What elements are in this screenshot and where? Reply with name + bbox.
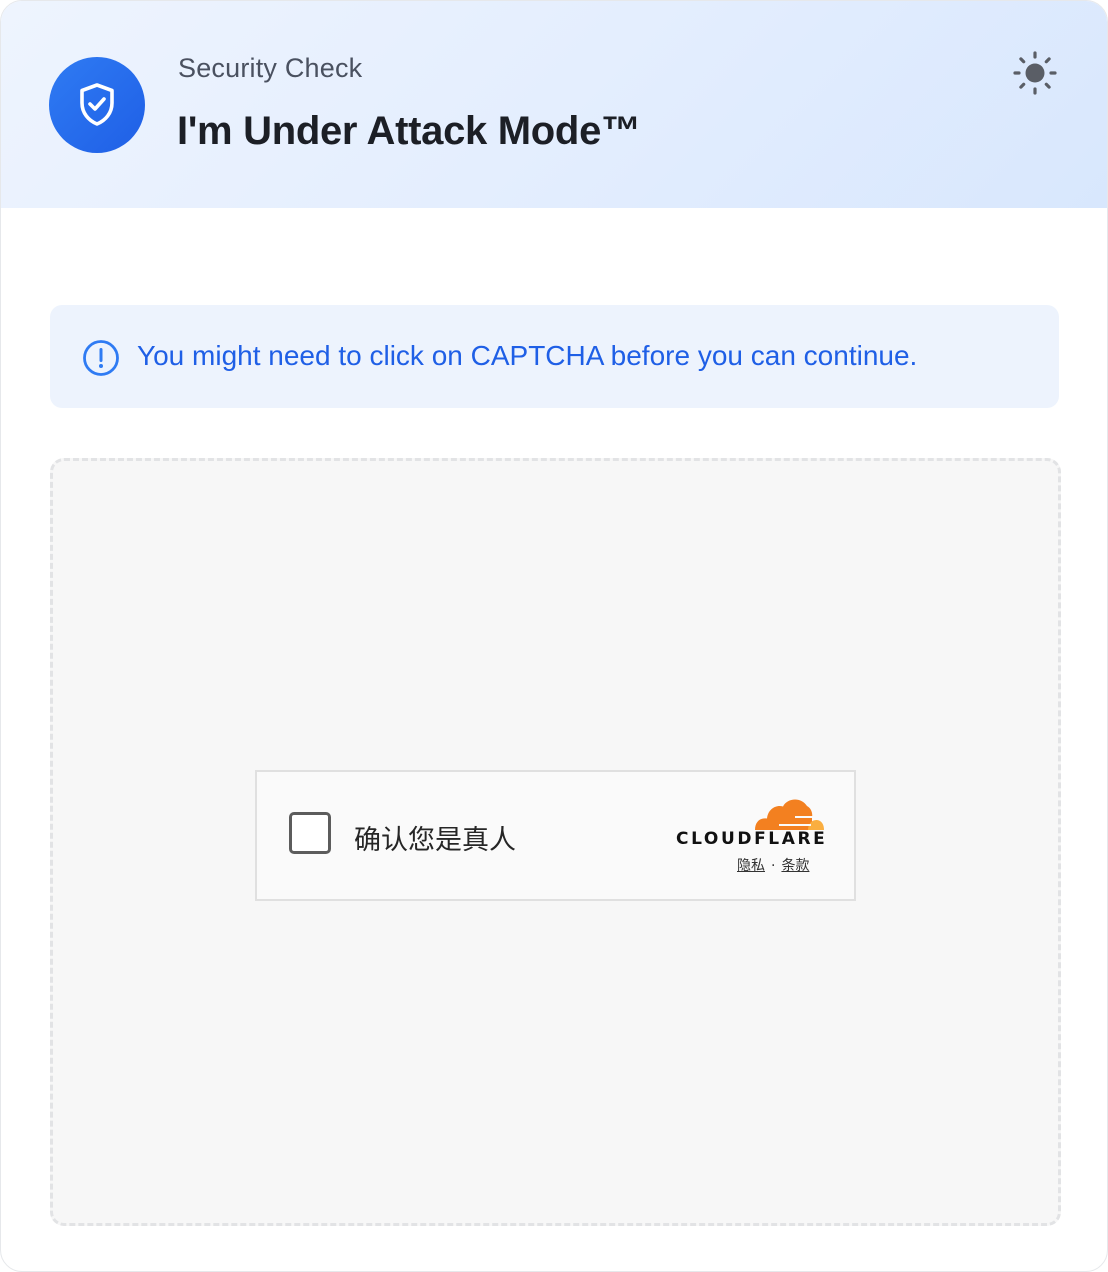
cloudflare-logo-icon xyxy=(755,799,824,830)
cloudflare-links: 隐私 · 条款 xyxy=(737,855,809,875)
theme-toggle-button[interactable] xyxy=(1009,49,1061,97)
info-circle-icon xyxy=(83,340,119,376)
sun-icon xyxy=(1013,51,1057,95)
terms-link[interactable]: 条款 xyxy=(781,858,809,874)
notice-text: You might need to click on CAPTCHA befor… xyxy=(137,340,918,371)
cloudflare-wordmark: CLOUDFLARE xyxy=(676,829,828,849)
link-separator: · xyxy=(771,858,776,874)
shield-badge xyxy=(49,57,145,153)
captcha-notice: You might need to click on CAPTCHA befor… xyxy=(50,305,1059,408)
privacy-link[interactable]: 隐私 xyxy=(737,858,765,874)
human-verification-checkbox[interactable] xyxy=(289,812,331,854)
shield-check-icon xyxy=(80,83,114,126)
checkbox-label: 确认您是真人 xyxy=(354,825,516,856)
page-subtitle: Security Check xyxy=(178,53,363,83)
header: Security Check I'm Under Attack Mode™ xyxy=(1,1,1107,208)
turnstile-widget: 确认您是真人 CLOUDFLARE 隐私 · 条款 xyxy=(255,770,856,901)
security-check-card: Security Check I'm Under Attack Mode™ Yo… xyxy=(0,0,1108,1272)
page-title: I'm Under Attack Mode™ xyxy=(177,109,641,153)
